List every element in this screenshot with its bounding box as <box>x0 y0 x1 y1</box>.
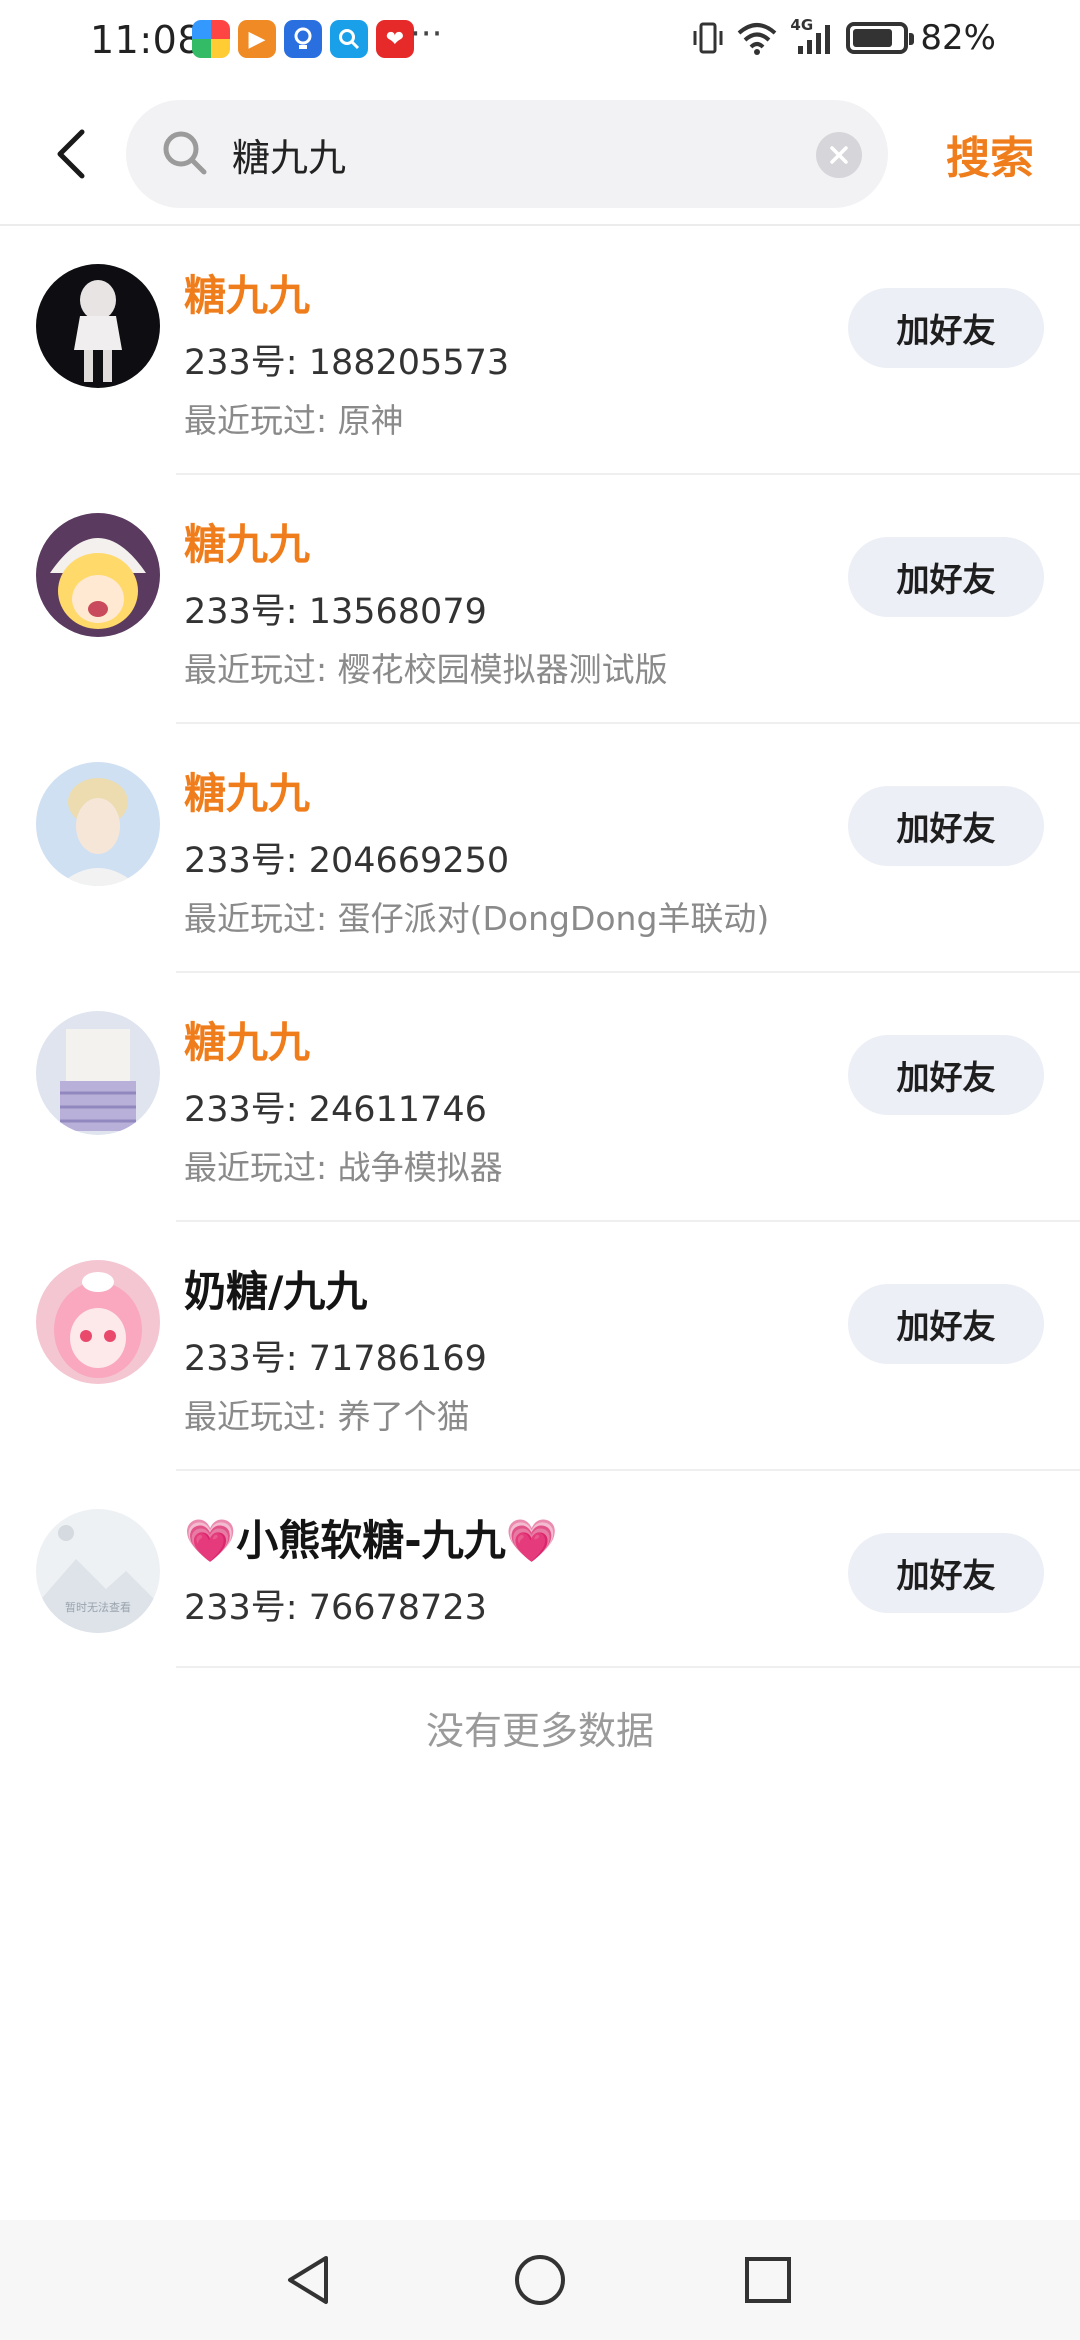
search-app-icon <box>330 20 368 58</box>
notification-icons: ▶ ❤ <box>192 20 414 58</box>
close-icon <box>830 146 848 164</box>
clear-search-button[interactable] <box>816 132 862 178</box>
avatar[interactable] <box>36 1260 160 1384</box>
nav-recents-button[interactable] <box>730 2242 806 2318</box>
user-id: 233号: 188205573 <box>184 343 510 383</box>
user-nickname: 糖九九 <box>184 520 311 569</box>
user-id: 233号: 13568079 <box>184 592 487 632</box>
add-friend-button[interactable]: 加好友 <box>848 1284 1044 1364</box>
user-result-list: 糖九九 233号: 188205573 最近玩过: 原神 加好友 糖九九 233… <box>0 226 1080 1668</box>
search-submit-button[interactable]: 搜索 <box>946 122 1034 186</box>
user-id: 233号: 71786169 <box>184 1339 487 1379</box>
back-button[interactable] <box>46 124 94 184</box>
cellular-signal-icon: 4G <box>790 16 834 56</box>
user-id: 233号: 204669250 <box>184 841 510 881</box>
avatar[interactable] <box>36 513 160 637</box>
user-result-item[interactable]: 糖九九 233号: 24611746 最近玩过: 战争模拟器 加好友 <box>0 973 1080 1222</box>
user-result-item[interactable]: 糖九九 233号: 204669250 最近玩过: 蛋仔派对(DongDong羊… <box>0 724 1080 973</box>
search-header: 搜索 <box>0 96 1080 222</box>
system-navigation-bar <box>0 2220 1080 2340</box>
status-time: 11:08 <box>90 18 203 62</box>
user-nickname: 糖九九 <box>184 271 311 320</box>
avatar[interactable] <box>36 264 160 388</box>
add-friend-button[interactable]: 加好友 <box>848 288 1044 368</box>
nav-back-button[interactable] <box>270 2242 346 2318</box>
user-nickname: 糖九九 <box>184 1018 311 1067</box>
square-recents-icon <box>745 2257 791 2303</box>
wifi-icon <box>738 23 777 55</box>
pink-heart-icon: 💗 <box>505 1516 559 1565</box>
video-app-icon: ▶ <box>238 20 276 58</box>
status-indicators: 4G 82% <box>692 16 996 58</box>
circle-home-icon <box>515 2255 565 2305</box>
recently-played: 最近玩过: 养了个猫 <box>184 1397 470 1436</box>
search-box[interactable] <box>126 100 888 208</box>
recently-played: 最近玩过: 战争模拟器 <box>184 1148 503 1187</box>
user-result-item[interactable]: 糖九九 233号: 13568079 最近玩过: 樱花校园模拟器测试版 加好友 <box>0 475 1080 724</box>
user-nickname-text: 小熊软糖-九九 <box>236 1516 506 1565</box>
heart-app-icon: ❤ <box>376 20 414 58</box>
divider <box>176 1666 1080 1668</box>
user-nickname: 奶糖/九九 <box>184 1267 368 1316</box>
colorful-app-icon <box>192 20 230 58</box>
search-input[interactable] <box>232 124 792 184</box>
add-friend-button[interactable]: 加好友 <box>848 1035 1044 1115</box>
avatar-placeholder-text: 暂时无法查看 <box>65 1600 131 1614</box>
recently-played: 最近玩过: 蛋仔派对(DongDong羊联动) <box>184 899 770 938</box>
more-notifications-icon: ··· <box>410 14 443 54</box>
chevron-left-icon <box>57 129 85 179</box>
user-result-item[interactable]: 暂时无法查看 💗小熊软糖-九九💗 233号: 76678723 加好友 <box>0 1471 1080 1668</box>
user-result-item[interactable]: 糖九九 233号: 188205573 最近玩过: 原神 加好友 <box>0 226 1080 475</box>
triangle-back-icon <box>288 2256 328 2304</box>
user-nickname: 糖九九 <box>184 769 311 818</box>
battery-percent: 82% <box>920 18 996 58</box>
avatar[interactable] <box>36 762 160 886</box>
user-nickname: 💗小熊软糖-九九💗 <box>184 1507 558 1568</box>
battery-icon <box>846 22 915 54</box>
recently-played: 最近玩过: 樱花校园模拟器测试版 <box>184 650 668 689</box>
vibrate-icon <box>693 22 723 54</box>
avatar-placeholder[interactable]: 暂时无法查看 <box>36 1509 160 1633</box>
no-more-data-text: 没有更多数据 <box>425 1709 654 1753</box>
add-friend-button[interactable]: 加好友 <box>848 1533 1044 1613</box>
add-friend-button[interactable]: 加好友 <box>848 786 1044 866</box>
battery-level <box>853 29 892 47</box>
bulb-app-icon <box>284 20 322 58</box>
status-bar: 11:08 ▶ ❤ ··· 4G 82% <box>0 0 1080 84</box>
add-friend-button[interactable]: 加好友 <box>848 537 1044 617</box>
search-icon <box>163 131 207 175</box>
avatar[interactable] <box>36 1011 160 1135</box>
nav-home-button[interactable] <box>502 2242 578 2318</box>
user-id: 233号: 76678723 <box>184 1588 487 1628</box>
user-result-item[interactable]: 奶糖/九九 233号: 71786169 最近玩过: 养了个猫 加好友 <box>0 1222 1080 1471</box>
user-id: 233号: 24611746 <box>184 1090 487 1130</box>
pink-heart-icon: 💗 <box>184 1516 237 1565</box>
recently-played: 最近玩过: 原神 <box>184 401 404 440</box>
